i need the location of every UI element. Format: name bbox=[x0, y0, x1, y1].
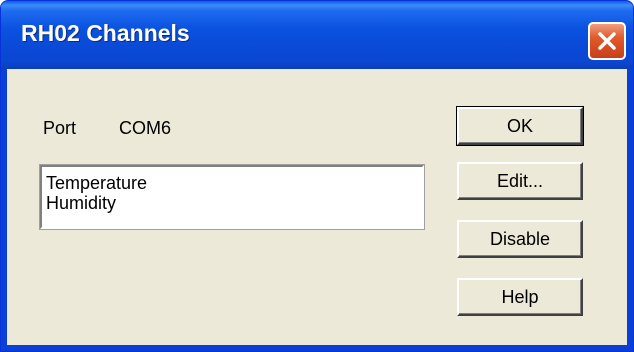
list-item-humidity[interactable]: Humidity bbox=[46, 193, 116, 213]
disable-button[interactable]: Disable bbox=[457, 220, 583, 258]
port-value: COM6 bbox=[119, 118, 172, 138]
close-icon bbox=[598, 32, 616, 50]
edit-button[interactable]: Edit... bbox=[457, 162, 583, 200]
ok-button[interactable]: OK bbox=[456, 106, 584, 146]
port-label: Port bbox=[43, 118, 77, 138]
window-title: RH02 Channels bbox=[21, 20, 190, 46]
dialog-window: RH02 Channels Port COM6 Temperature Humi… bbox=[0, 0, 634, 352]
help-button[interactable]: Help bbox=[457, 278, 583, 316]
close-button[interactable] bbox=[588, 22, 626, 60]
title-bar[interactable]: RH02 Channels bbox=[1, 1, 633, 69]
dialog-body: Port COM6 Temperature Humidity OK Edit..… bbox=[7, 69, 627, 345]
channel-list[interactable]: Temperature Humidity bbox=[39, 164, 425, 230]
list-item-temperature[interactable]: Temperature bbox=[46, 173, 147, 193]
